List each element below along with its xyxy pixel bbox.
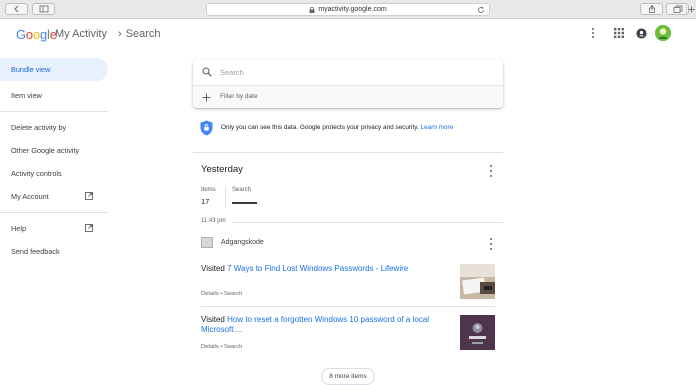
more-items-button[interactable]: 8 more items xyxy=(321,368,375,385)
plus-icon xyxy=(202,93,211,102)
entry-link[interactable]: 7 Ways to Find Lost Windows Passwords - … xyxy=(227,264,408,273)
activity-entry: Visited How to reset a forgotten Windows… xyxy=(201,315,495,351)
learn-more-link[interactable]: Learn more xyxy=(421,124,454,131)
sidebar-nav: Bundle view Item view Delete activity by… xyxy=(0,58,112,263)
sidebar-item-label: Bundle view xyxy=(11,65,51,74)
entry-meta[interactable]: Details • Search xyxy=(201,291,242,297)
app-header: Google My Activity › Search xyxy=(0,19,696,49)
entry-title: Visited How to reset a forgotten Windows… xyxy=(201,315,451,335)
more-vert-icon[interactable] xyxy=(488,238,494,250)
breadcrumb: › Search xyxy=(118,28,161,40)
timestamp: 11:43 pm xyxy=(201,218,226,224)
product-name[interactable]: My Activity xyxy=(55,28,107,40)
browser-toolbar: myactivity.google.com xyxy=(0,0,696,19)
new-tab-button[interactable] xyxy=(686,3,696,15)
sidebar-item-item-view[interactable]: Item view xyxy=(0,84,112,107)
google-logo[interactable]: Google xyxy=(16,27,57,42)
sidebar-divider xyxy=(0,111,108,112)
apps-grid-icon xyxy=(614,28,624,38)
search-input[interactable] xyxy=(220,64,490,80)
privacy-text: Only you can see this data. Google prote… xyxy=(221,124,419,131)
sidebar-item-label: Other Google activity xyxy=(11,146,80,155)
avatar[interactable] xyxy=(655,25,671,41)
items-stat[interactable]: Items 17 xyxy=(201,187,226,206)
stat-divider xyxy=(225,187,226,207)
chevron-right-icon: › xyxy=(118,28,122,40)
search-stat-label[interactable]: Search xyxy=(232,187,251,193)
address-bar[interactable]: myactivity.google.com xyxy=(206,3,490,16)
filter-by-date-button[interactable]: Filter by date xyxy=(193,85,503,108)
thumbnail-image xyxy=(460,264,495,299)
plus-icon xyxy=(688,5,695,13)
items-label: Items xyxy=(201,187,216,193)
sidebar-item-send-feedback[interactable]: Send feedback xyxy=(0,240,112,263)
sidebar-item-my-account[interactable]: My Account xyxy=(0,185,112,208)
day-heading: Yesterday xyxy=(201,164,243,175)
search-stat-underline xyxy=(232,202,257,204)
account-circle-icon xyxy=(635,27,647,39)
sidebar-item-label: Help xyxy=(11,224,27,233)
search-card: Filter by date xyxy=(193,60,503,108)
activity-entry: Visited 7 Ways to Find Lost Windows Pass… xyxy=(201,264,495,300)
entry-prefix: Visited xyxy=(201,315,225,324)
entry-divider xyxy=(201,306,495,307)
chevron-left-icon xyxy=(13,5,18,13)
search-row xyxy=(193,60,503,84)
more-vert-icon xyxy=(590,28,596,38)
entry-prefix: Visited xyxy=(201,264,225,273)
notifications-button[interactable] xyxy=(634,26,648,40)
sidebar-item-label: Send feedback xyxy=(11,247,60,256)
search-icon xyxy=(202,67,212,77)
items-count: 17 xyxy=(201,197,210,206)
external-link-icon xyxy=(85,192,93,200)
sidebar-item-bundle-view[interactable]: Bundle view xyxy=(0,58,108,81)
sidebar-item-delete-activity[interactable]: Delete activity by xyxy=(0,116,112,139)
search-group-icon xyxy=(201,237,213,248)
timeline-divider xyxy=(232,222,503,223)
section-divider xyxy=(193,152,503,153)
tabs-icon xyxy=(673,5,682,13)
shield-lock-icon xyxy=(200,120,213,136)
sidebar-item-other-activity[interactable]: Other Google activity xyxy=(0,139,112,162)
thumbnail-image xyxy=(460,315,495,350)
share-button[interactable] xyxy=(640,3,663,15)
avatar-image xyxy=(655,25,671,41)
sidebar-item-label: My Account xyxy=(11,192,49,201)
more-vert-icon[interactable] xyxy=(488,165,494,177)
sidebar-item-help[interactable]: Help xyxy=(0,217,112,240)
more-options-button[interactable] xyxy=(586,26,600,40)
back-forward-button[interactable] xyxy=(5,3,28,15)
address-text: myactivity.google.com xyxy=(318,6,387,13)
sidebar-item-label: Activity controls xyxy=(11,169,62,178)
share-icon xyxy=(648,5,655,13)
group-name: Adgangskode xyxy=(221,239,264,246)
sidebar-item-activity-controls[interactable]: Activity controls xyxy=(0,162,112,185)
activity-group[interactable]: Adgangskode xyxy=(201,236,503,250)
entry-meta[interactable]: Details • Search xyxy=(201,344,242,350)
sidebar-item-label: Delete activity by xyxy=(11,123,67,132)
sidebar-toggle-button[interactable] xyxy=(32,3,55,15)
filter-by-date-label: Filter by date xyxy=(220,93,258,100)
entry-title: Visited 7 Ways to Find Lost Windows Pass… xyxy=(201,264,451,274)
privacy-notice: Only you can see this data. Google prote… xyxy=(200,119,500,137)
breadcrumb-label: Search xyxy=(125,28,161,40)
reload-icon[interactable] xyxy=(477,6,485,14)
external-link-icon xyxy=(85,224,93,232)
lock-icon xyxy=(309,6,315,13)
privacy-text-container: Only you can see this data. Google prote… xyxy=(221,124,453,131)
entry-thumbnail[interactable] xyxy=(460,315,495,350)
sidebar-icon xyxy=(39,5,48,13)
sidebar-item-label: Item view xyxy=(11,91,42,100)
entry-thumbnail[interactable] xyxy=(460,264,495,299)
sidebar-divider xyxy=(0,212,108,213)
apps-button[interactable] xyxy=(612,26,626,40)
entry-link[interactable]: How to reset a forgotten Windows 10 pass… xyxy=(201,315,429,334)
